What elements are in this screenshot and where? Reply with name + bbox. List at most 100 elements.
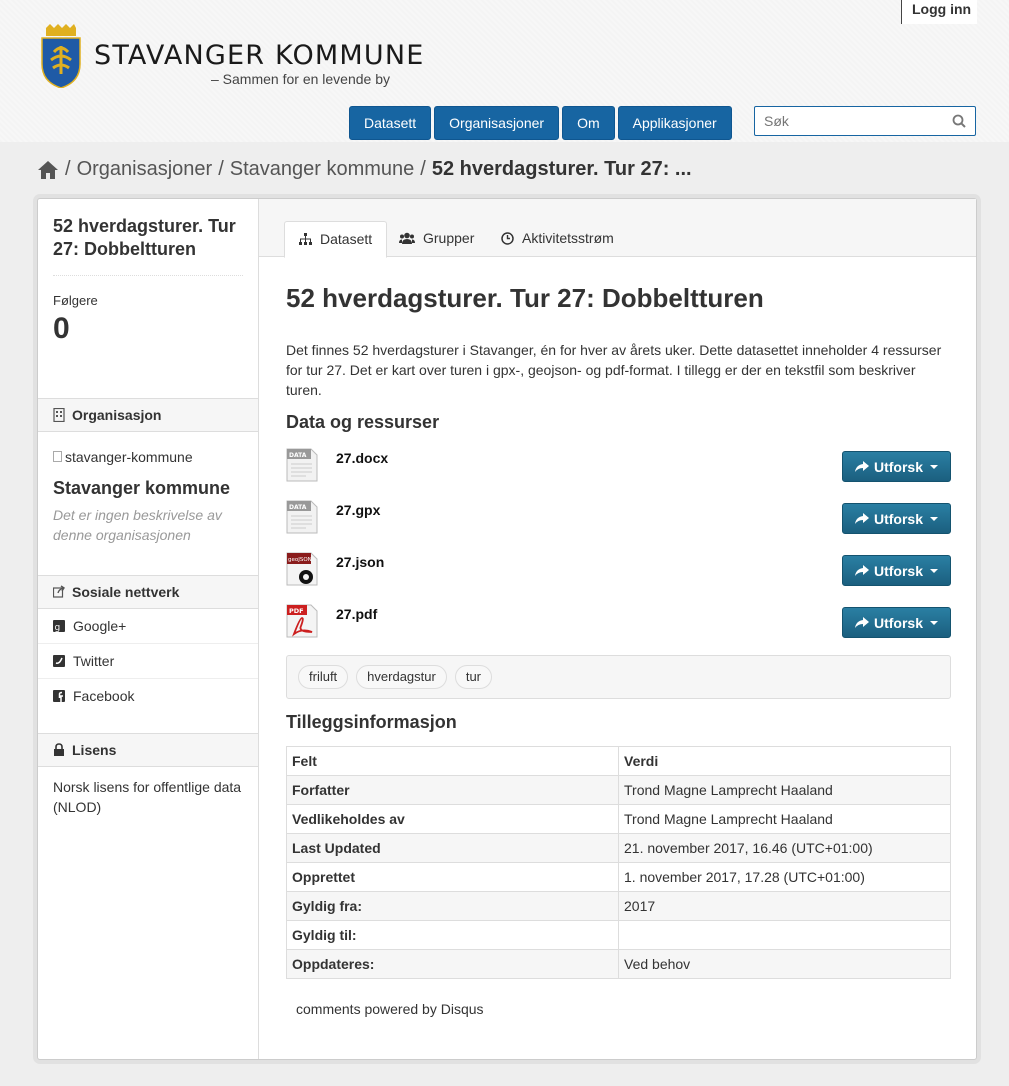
building-icon [53, 408, 65, 422]
table-row: Opprettet 1. november 2017, 17.28 (UTC+0… [286, 862, 951, 892]
resource-item[interactable]: DATA 27.gpx Utforsk [286, 500, 951, 540]
breadcrumb-separator: / [218, 158, 224, 180]
lock-icon [54, 743, 64, 756]
explore-button-label: Utforsk [873, 614, 923, 631]
search-input[interactable] [764, 113, 944, 129]
nav-om[interactable]: Om [562, 106, 615, 140]
caret-down-icon [930, 516, 938, 521]
explore-button[interactable]: Utforsk [842, 555, 951, 586]
users-icon [399, 232, 415, 244]
brand-tagline: – Sammen for en levende by [211, 71, 390, 87]
table-cell-field: Vedlikeholdes av [286, 804, 619, 834]
share-arrow-icon [854, 460, 869, 472]
followers-label: Følgere [53, 293, 98, 308]
social-twitter[interactable]: Twitter [38, 644, 258, 679]
organisation-name[interactable]: Stavanger kommune [53, 478, 230, 499]
table-cell-value: Ved behov [618, 949, 951, 979]
tag-friluft[interactable]: friluft [298, 665, 349, 689]
table-cell-field: Oppdateres: [286, 949, 619, 979]
resource-name[interactable]: 27.pdf [336, 606, 377, 622]
tab-grupper-label: Grupper [423, 230, 475, 246]
table-cell-field: Gyldig fra: [286, 891, 619, 921]
table-row: Gyldig fra: 2017 [286, 891, 951, 921]
tab-grupper[interactable]: Grupper [385, 221, 488, 258]
share-arrow-icon [854, 616, 869, 628]
resource-name[interactable]: 27.docx [336, 450, 388, 466]
tab-aktivitetsstrom[interactable]: Aktivitetsstrøm [487, 221, 628, 258]
followers-count: 0 [53, 312, 70, 345]
explore-button[interactable]: Utforsk [842, 607, 951, 638]
table-row: Gyldig til: [286, 920, 951, 950]
nav-applikasjoner[interactable]: Applikasjoner [617, 106, 732, 140]
breadcrumb-stavanger-kommune[interactable]: Stavanger kommune [230, 158, 415, 181]
tag-tur[interactable]: tur [454, 665, 492, 689]
dataset-title: 52 hverdagsturer. Tur 27: Dobbeltturen [286, 283, 764, 313]
nav-datasett[interactable]: Datasett [349, 106, 432, 140]
sitemap-icon [299, 233, 312, 245]
share-icon [53, 585, 65, 598]
social-facebook-label: Facebook [73, 688, 135, 704]
geojson-file-icon-text: geoJSON [288, 557, 312, 563]
site-header: Logg inn STAVANGER KOMMUNE – Sammen for … [0, 0, 1009, 142]
tab-aktivitetsstrom-label: Aktivitetsstrøm [522, 230, 614, 246]
login-link[interactable]: Logg inn [901, 0, 977, 24]
resource-item[interactable]: PDF 27.pdf Utforsk [286, 604, 951, 644]
data-file-icon[interactable]: DATA [286, 448, 318, 482]
resource-name[interactable]: 27.gpx [336, 502, 380, 518]
table-cell-field: Opprettet [286, 862, 619, 892]
brand-title[interactable]: STAVANGER KOMMUNE [94, 40, 425, 71]
google-plus-icon: g [53, 620, 65, 632]
social-google-plus-label: Google+ [73, 618, 127, 634]
breadcrumb: / Organisasjoner / Stavanger kommune / 5… [37, 158, 692, 181]
tab-datasett[interactable]: Datasett [284, 221, 388, 258]
social-twitter-label: Twitter [73, 653, 115, 669]
share-arrow-icon [854, 512, 869, 524]
table-cell-value: Trond Magne Lamprecht Haaland [618, 804, 951, 834]
data-file-icon[interactable]: DATA [286, 500, 318, 534]
table-cell-field: Forfatter [286, 775, 619, 805]
table-header-row: Felt Verdi [286, 746, 951, 776]
data-file-icon-text: DATA [289, 452, 307, 459]
search-box [754, 106, 976, 136]
license-heading-label: Lisens [72, 742, 117, 758]
organisation-description: Det er ingen beskrivelse av denne organi… [53, 507, 222, 543]
explore-button[interactable]: Utforsk [842, 503, 951, 534]
table-row: Forfatter Trond Magne Lamprecht Haaland [286, 775, 951, 805]
nav-organisasjoner[interactable]: Organisasjoner [434, 106, 560, 140]
disqus-link[interactable]: comments powered by Disqus [296, 1001, 484, 1017]
social-facebook[interactable]: Facebook [38, 679, 258, 714]
svg-text:g: g [55, 623, 61, 632]
explore-button[interactable]: Utforsk [842, 451, 951, 482]
home-icon[interactable] [37, 160, 59, 180]
facebook-icon [53, 690, 65, 702]
stavanger-logo-icon[interactable] [40, 24, 82, 88]
resource-name[interactable]: 27.json [336, 554, 384, 570]
geojson-file-icon[interactable]: geoJSON [286, 552, 318, 586]
social-google-plus[interactable]: g Google+ [38, 609, 258, 644]
tag-list: friluft hverdagstur tur [286, 655, 951, 699]
breadcrumb-separator: / [65, 158, 71, 180]
caret-down-icon [930, 568, 938, 573]
organisation-image-alt: stavanger-kommune [65, 449, 193, 465]
license-text[interactable]: Norsk lisens for offentlige data (NLOD) [53, 777, 248, 817]
resource-item[interactable]: geoJSON 27.json Utforsk [286, 552, 951, 592]
resource-item[interactable]: DATA 27.docx Utforsk [286, 448, 951, 488]
organisation-heading: Organisasjon [38, 398, 258, 432]
sidebar-divider [53, 275, 243, 276]
search-icon[interactable] [952, 114, 966, 128]
dataset-description: Det finnes 52 hverdagsturer i Stavanger,… [286, 342, 942, 398]
pdf-file-icon[interactable]: PDF [286, 604, 318, 638]
data-file-icon-text: DATA [289, 504, 307, 511]
caret-down-icon [930, 464, 938, 469]
table-cell-value: 21. november 2017, 16.46 (UTC+01:00) [618, 833, 951, 863]
table-cell-value: 2017 [618, 891, 951, 921]
table-cell-value [618, 920, 951, 950]
social-heading: Sosiale nettverk [38, 575, 258, 609]
main-wrapper: 52 hverdagsturer. Tur 27: Dobbeltturen F… [37, 198, 977, 1060]
tag-hverdagstur[interactable]: hverdagstur [356, 665, 447, 689]
organisation-image[interactable]: stavanger-kommune [53, 449, 193, 465]
breadcrumb-current[interactable]: 52 hverdagsturer. Tur 27: ... [432, 158, 692, 181]
pdf-file-icon-text: PDF [289, 607, 304, 615]
breadcrumb-organisasjoner[interactable]: Organisasjoner [77, 158, 213, 181]
explore-button-label: Utforsk [873, 562, 923, 579]
